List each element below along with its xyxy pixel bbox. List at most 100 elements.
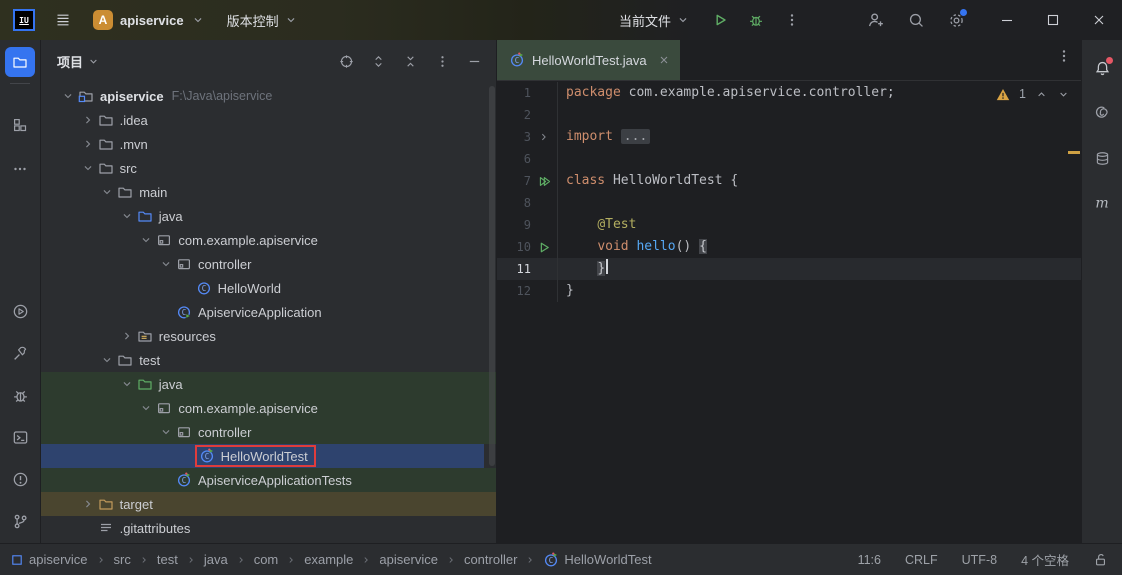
chevron-down-icon[interactable] [137, 233, 155, 247]
toolwindow-button-build-hammer[interactable] [5, 338, 35, 368]
tree-item[interactable]: com.example.apiservice [41, 228, 496, 252]
run-method-gutter-icon[interactable] [531, 236, 557, 258]
toolwindow-button-run[interactable] [5, 296, 35, 326]
chevron-right-icon[interactable] [79, 137, 97, 151]
vcs-menu-button[interactable]: 版本控制 [223, 6, 302, 34]
tree-item[interactable]: java [41, 204, 496, 228]
run-class-gutter-icon[interactable] [531, 170, 557, 192]
chevron-right-icon[interactable] [79, 497, 97, 511]
encoding-widget[interactable]: UTF-8 [962, 553, 997, 567]
breadcrumb-item[interactable]: test [157, 552, 178, 567]
tree-item[interactable]: java [41, 372, 496, 396]
tree-item[interactable]: main [41, 180, 496, 204]
tree-item[interactable]: C ApiserviceApplication [41, 300, 496, 324]
run-button[interactable] [706, 6, 734, 34]
expand-all-button[interactable] [366, 49, 390, 73]
folder-blue-icon [136, 208, 154, 224]
toolwindow-button-notifications[interactable] [1087, 53, 1117, 83]
toolwindow-button-more-horizontal[interactable] [5, 154, 35, 184]
tree-item[interactable]: com.example.apiservice [41, 396, 496, 420]
window-maximize-button[interactable] [1030, 0, 1076, 40]
tree-item[interactable]: test [41, 348, 496, 372]
tree-item[interactable]: .gitattributes [41, 516, 496, 540]
breadcrumb-item[interactable]: controller [464, 552, 517, 567]
project-tree-scrollbar[interactable] [489, 86, 495, 466]
toolwindow-button-debug-bug[interactable] [5, 380, 35, 410]
tree-item[interactable]: controller [41, 420, 496, 444]
chevron-down-icon[interactable] [118, 377, 136, 391]
breadcrumb-item[interactable]: com [254, 552, 279, 567]
tree-item[interactable]: apiservice F:\Java\apiservice [41, 84, 496, 108]
tree-item[interactable]: target [41, 492, 496, 516]
tree-item[interactable]: controller [41, 252, 496, 276]
more-vertical-icon [435, 54, 450, 69]
code-line: 12} [497, 280, 1082, 302]
hide-button[interactable] [462, 49, 486, 73]
fold-gutter-icon[interactable] [531, 126, 557, 148]
collapse-all-button[interactable] [398, 49, 422, 73]
readonly-lock-icon[interactable] [1093, 552, 1108, 567]
toolwindow-button-database[interactable] [1087, 143, 1117, 173]
chevron-down-icon [191, 13, 205, 27]
tree-item-label: resources [158, 328, 216, 344]
collapse-all-icon [403, 54, 418, 69]
warning-stripe-mark[interactable] [1068, 151, 1080, 154]
breadcrumb-item[interactable]: apiservice [379, 552, 438, 567]
tab-close-icon[interactable] [658, 54, 670, 66]
breadcrumb-item[interactable]: src [114, 552, 131, 567]
tree-item[interactable]: src [41, 156, 496, 180]
breadcrumb-item[interactable]: example [304, 552, 353, 567]
chevron-down-icon[interactable] [98, 353, 116, 367]
chevron-down-icon[interactable] [137, 401, 155, 415]
debug-button[interactable] [742, 6, 770, 34]
main-menu-button[interactable] [49, 6, 77, 34]
locate-button[interactable] [334, 49, 358, 73]
next-problem-button[interactable] [1057, 88, 1070, 101]
tree-item[interactable]: .idea [41, 108, 496, 132]
chevron-right-icon[interactable] [79, 113, 97, 127]
line-separator-widget[interactable]: CRLF [905, 553, 938, 567]
code-editor[interactable]: 1 1 package com.example.apiservice.contro… [497, 82, 1082, 544]
chevron-down-icon[interactable] [157, 257, 175, 271]
toolwindow-button-structure[interactable] [5, 110, 35, 140]
tab-list-more-button[interactable] [1056, 48, 1072, 64]
module-icon [10, 553, 24, 567]
project-widget[interactable]: A apiservice [89, 6, 209, 34]
breadcrumb-item[interactable]: java [204, 552, 228, 567]
code-with-me-button[interactable] [862, 6, 890, 34]
chevron-down-icon[interactable] [79, 161, 97, 175]
chevron-down-icon[interactable] [59, 89, 77, 103]
toolwindow-button-maven[interactable]: m [1087, 188, 1117, 218]
chevron-down-icon[interactable] [118, 209, 136, 223]
tree-item[interactable]: .mvn [41, 132, 496, 156]
toolwindow-button-problems[interactable] [5, 464, 35, 494]
tree-item[interactable]: C HelloWorldTest [41, 444, 484, 468]
toolwindow-button-project-folder[interactable] [5, 47, 35, 77]
settings-button[interactable] [942, 6, 970, 34]
more-actions-button[interactable] [778, 6, 806, 34]
tree-item[interactable]: C ApiserviceApplicationTests [41, 468, 496, 492]
chevron-down-icon[interactable] [157, 425, 175, 439]
project-view-selector[interactable]: 项目 [57, 52, 100, 71]
window-minimize-button[interactable] [984, 0, 1030, 40]
toolwindow-button-version-control[interactable] [5, 506, 35, 536]
svg-text:C: C [515, 56, 520, 65]
more-vertical-button[interactable] [430, 49, 454, 73]
breadcrumb-item[interactable]: C HelloWorldTest [543, 552, 652, 568]
toolwindow-button-ai-assistant[interactable] [1087, 98, 1117, 128]
code-token: ... [620, 129, 651, 144]
chevron-down-icon[interactable] [98, 185, 116, 199]
previous-problem-button[interactable] [1035, 88, 1048, 101]
window-close-button[interactable] [1076, 0, 1122, 40]
tree-item[interactable]: resources [41, 324, 496, 348]
run-configuration-selector[interactable]: 当前文件 [615, 6, 694, 34]
breadcrumb-item[interactable]: apiservice [10, 552, 88, 567]
indent-widget[interactable]: 4 个空格 [1021, 550, 1069, 569]
svg-text:C: C [182, 476, 187, 485]
caret-position-widget[interactable]: 11:6 [858, 553, 881, 567]
search-everywhere-button[interactable] [902, 6, 930, 34]
editor-tab-helloworldtest[interactable]: C HelloWorldTest.java [497, 40, 680, 80]
tree-item[interactable]: C HelloWorld [41, 276, 496, 300]
toolwindow-button-terminal[interactable] [5, 422, 35, 452]
chevron-right-icon[interactable] [118, 329, 136, 343]
